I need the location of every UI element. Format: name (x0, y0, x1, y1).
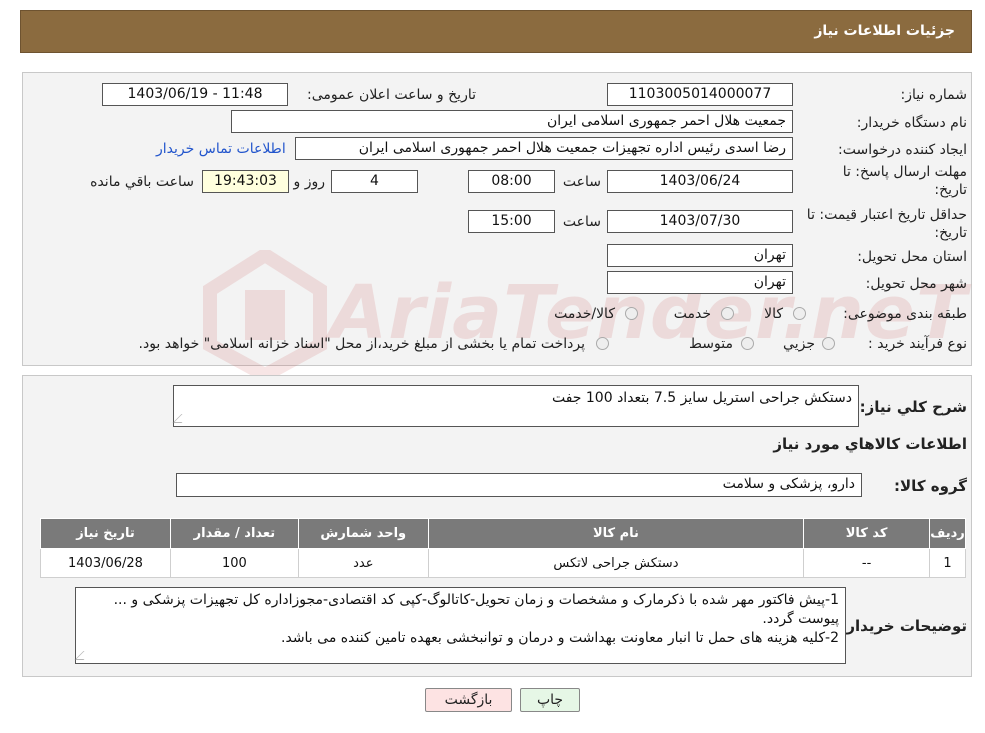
category-both-label: کالا/خدمت (554, 306, 615, 322)
need-summary-text: دستکش جراحی استریل سایز 7.5 بتعداد 100 ج… (551, 390, 852, 406)
need-number-field: 1103005014000077 (607, 83, 793, 106)
process-medium-radio[interactable] (741, 337, 754, 350)
col-row-header: ردیف (929, 518, 966, 549)
goods-group-label: گروه کالا: (894, 477, 967, 495)
validity-label: حداقل تاریخ اعتبار قیمت: تا تاریخ: (807, 206, 967, 242)
buyer-notes-line2: 2-کلیه هزینه های حمل تا انبار معاونت بهد… (281, 630, 839, 646)
cell-date: 1403/06/28 (40, 548, 171, 578)
buyer-contact-link[interactable]: اطلاعات تماس خریدار (156, 141, 286, 157)
days-label: روز و (293, 174, 326, 190)
remaining-time-label: ساعت باقي مانده (90, 174, 194, 190)
goods-group-field: دارو، پزشکی و سلامت (176, 473, 862, 497)
process-medium-label: متوسط (689, 336, 733, 352)
province-field: تهران (607, 244, 793, 267)
creator-label: ایجاد کننده درخواست: (838, 142, 967, 158)
category-goods-radio[interactable] (793, 307, 806, 320)
cell-code: -- (803, 548, 931, 578)
deadline-date-field: 1403/06/24 (607, 170, 793, 193)
buyer-notes-label: توضیحات خریدار: (840, 617, 967, 635)
col-date-header: تاریخ نیاز (40, 518, 171, 549)
col-code-header: کد کالا (803, 518, 931, 549)
treasury-checkbox-radio[interactable] (596, 337, 609, 350)
city-field: تهران (607, 271, 793, 294)
buyer-org-field: جمعیت هلال احمر جمهوری اسلامی ایران (231, 110, 793, 133)
city-label: شهر محل تحویل: (865, 276, 967, 292)
table-header-row: ردیف کد کالا نام کالا واحد شمارش تعداد /… (40, 518, 966, 549)
need-summary-label: شرح کلي نیاز: (859, 398, 967, 416)
deadline-time-label: ساعت (562, 174, 601, 190)
cell-unit: عدد (297, 548, 429, 578)
page-header: جزئیات اطلاعات نیاز (20, 10, 972, 53)
deadline-label-line2: تاریخ: (934, 182, 967, 198)
category-service-radio[interactable] (721, 307, 734, 320)
watermark-logo (200, 246, 330, 383)
creator-field: رضا اسدی رئیس اداره تجهیزات جمعیت هلال ا… (295, 137, 793, 160)
page-title: جزئیات اطلاعات نیاز (814, 23, 955, 39)
validity-date-field: 1403/07/30 (607, 210, 793, 233)
validity-label-line1: حداقل تاریخ اعتبار قیمت: تا (806, 207, 967, 223)
cell-name: دستکش جراحی لاتکس (427, 548, 805, 578)
cell-row: 1 (929, 548, 966, 578)
days-remaining-field: 4 (331, 170, 418, 193)
category-goods-label: کالا (764, 306, 783, 322)
table-row: 1 -- دستکش جراحی لاتکس عدد 100 1403/06/2… (40, 548, 966, 578)
validity-time-field: 15:00 (468, 210, 555, 233)
category-service-label: خدمت (673, 306, 711, 322)
process-minor-radio[interactable] (822, 337, 835, 350)
deadline-time-field: 08:00 (468, 170, 555, 193)
province-label: استان محل تحویل: (857, 249, 967, 265)
cell-qty: 100 (169, 548, 299, 578)
goods-info-title: اطلاعات کالاهاي مورد نیاز (773, 435, 967, 453)
deadline-label: مهلت ارسال پاسخ: تا تاریخ: (843, 163, 967, 199)
remaining-time-field: 19:43:03 (202, 170, 289, 193)
validity-label-line2: تاریخ: (934, 225, 967, 241)
process-minor-label: جزیي (783, 336, 815, 352)
col-name-header: نام کالا (427, 518, 805, 549)
col-qty-header: تعداد / مقدار (169, 518, 299, 549)
deadline-label-line1: مهلت ارسال پاسخ: تا (842, 164, 967, 180)
category-both-radio[interactable] (625, 307, 638, 320)
announce-date-label: تاریخ و ساعت اعلان عمومی: (307, 87, 476, 103)
process-label: نوع فرآیند خرید : (868, 336, 967, 352)
need-number-label: شماره نیاز: (900, 87, 968, 103)
goods-table: ردیف کد کالا نام کالا واحد شمارش تعداد /… (40, 518, 966, 578)
buyer-notes-line1: 1-پیش فاکتور مهر شده با ذکرمارک و مشخصات… (113, 592, 839, 627)
buyer-org-label: نام دستگاه خریدار: (856, 115, 967, 131)
col-unit-header: واحد شمارش (297, 518, 429, 549)
process-note: پرداخت تمام یا بخشی از مبلغ خرید،از محل … (138, 336, 585, 352)
need-summary-field: دستکش جراحی استریل سایز 7.5 بتعداد 100 ج… (173, 385, 859, 427)
announce-date-field: 1403/06/19 - 11:48 (102, 83, 288, 106)
category-label: طبقه بندی موضوعی: (843, 306, 967, 322)
print-button[interactable]: چاپ (520, 688, 580, 712)
back-button[interactable]: بازگشت (425, 688, 512, 712)
validity-time-label: ساعت (562, 214, 601, 230)
buyer-notes-field: 1-پیش فاکتور مهر شده با ذکرمارک و مشخصات… (75, 587, 846, 664)
